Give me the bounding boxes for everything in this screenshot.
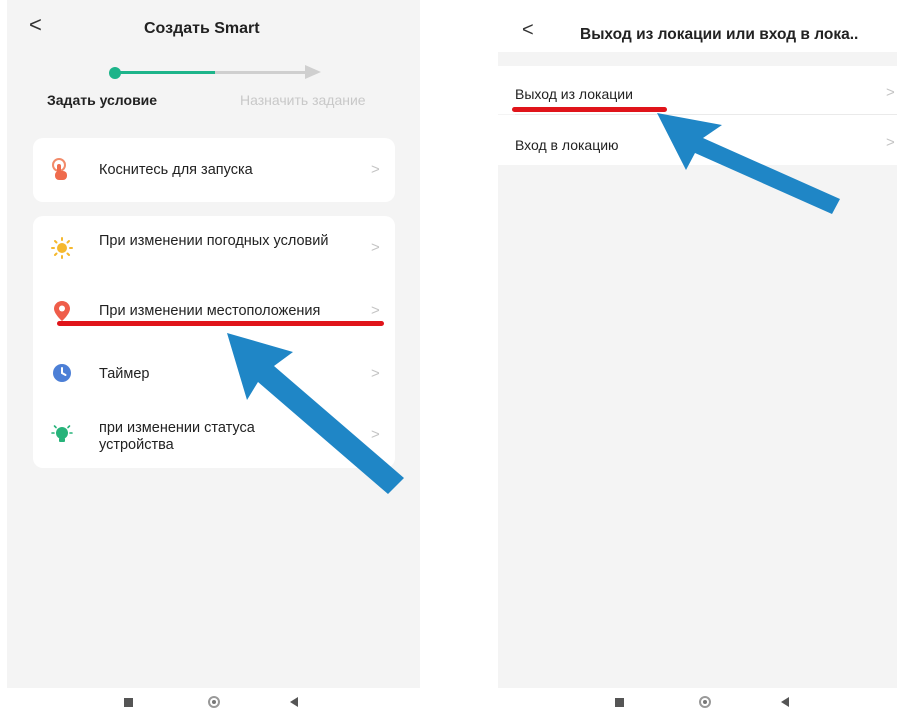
header-bar: < Выход из локации или вход в лока..: [498, 0, 897, 52]
chevron-right-icon: >: [371, 239, 380, 256]
system-nav-bar: [498, 688, 897, 716]
list-item-label: При изменении погодных условий: [99, 233, 329, 249]
recent-apps-icon[interactable]: [615, 698, 624, 707]
list-item-label: При изменении местоположения: [99, 303, 321, 319]
list-item-label: Вход в локацию: [515, 137, 619, 153]
highlight-underline: [512, 107, 667, 112]
chevron-right-icon: >: [886, 134, 895, 151]
nav-back-icon[interactable]: [290, 697, 298, 707]
nav-back-icon[interactable]: [781, 697, 789, 707]
list-item-location[interactable]: При изменении местоположения >: [33, 282, 395, 342]
recent-apps-icon[interactable]: [124, 698, 133, 707]
chevron-right-icon: >: [371, 302, 380, 319]
list-item-enter-location[interactable]: Вход в локацию >: [498, 115, 897, 165]
chevron-right-icon: >: [371, 161, 380, 178]
clock-icon: [53, 364, 71, 382]
list-item-label: при изменении статуса устройства: [99, 420, 255, 453]
touch-hand-icon: [52, 158, 67, 180]
system-nav-bar: [7, 688, 420, 716]
chevron-right-icon: >: [371, 365, 380, 382]
list-item-label: Выход из локации: [515, 86, 633, 102]
step1-label: Задать условие: [47, 92, 158, 108]
sun-icon: [51, 237, 73, 259]
location-pin-icon: [54, 301, 70, 321]
highlight-underline: [57, 321, 384, 326]
home-icon[interactable]: [208, 696, 220, 708]
page-title: Выход из локации или вход в лока..: [580, 26, 859, 43]
back-button[interactable]: <: [522, 20, 534, 40]
list-item-weather[interactable]: При изменении погодных условий >: [33, 216, 395, 282]
list-item-label: Таймер: [99, 366, 150, 382]
step2-label: Назначить задание: [240, 92, 366, 108]
back-button[interactable]: <: [29, 14, 42, 36]
list-item-device-status[interactable]: при изменении статуса устройства >: [33, 402, 395, 468]
page-title: Создать Smart: [144, 20, 260, 37]
list-item-timer[interactable]: Таймер >: [33, 342, 395, 402]
card-manual: Коснитесь для запуска >: [33, 138, 395, 202]
step-arrow-icon: [305, 65, 321, 79]
smart-create-screen: < Создать Smart Задать условие Назначить…: [7, 0, 420, 688]
card-auto-conditions: При изменении погодных условий > При изм…: [33, 216, 395, 468]
chevron-right-icon: >: [371, 426, 380, 443]
location-condition-screen: < Выход из локации или вход в лока.. Вых…: [498, 0, 897, 688]
home-icon[interactable]: [699, 696, 711, 708]
step-progress-line: [120, 71, 215, 74]
device-bulb-icon: [51, 425, 73, 442]
step-remaining-line: [215, 71, 307, 74]
list-item-label: Коснитесь для запуска: [99, 162, 253, 178]
chevron-right-icon: >: [886, 84, 895, 101]
list-item-touch[interactable]: Коснитесь для запуска >: [33, 138, 395, 202]
